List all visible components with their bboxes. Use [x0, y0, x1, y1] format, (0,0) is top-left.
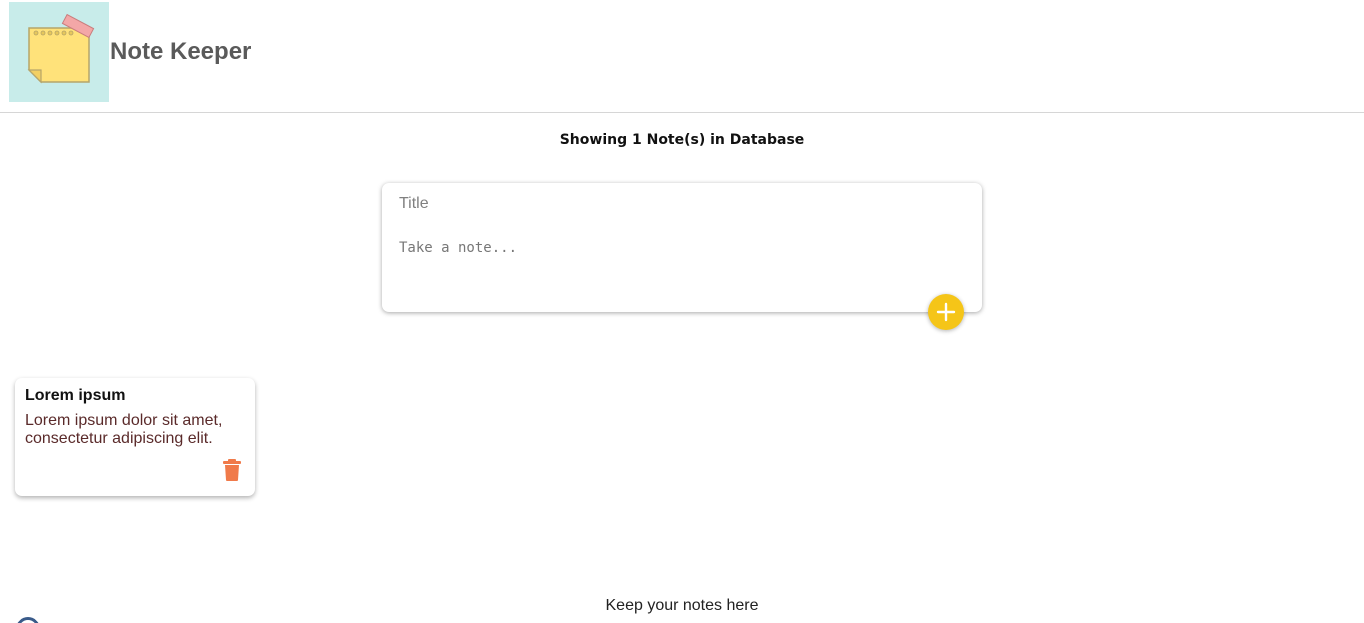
add-note-button[interactable] [928, 294, 964, 330]
create-note-form [382, 183, 982, 330]
delete-note-button[interactable] [221, 458, 243, 482]
trash-icon [223, 459, 241, 481]
app-title: Note Keeper [110, 38, 252, 65]
note-card: Lorem ipsum Lorem ipsum dolor sit amet, … [15, 378, 255, 496]
app-header: Note Keeper [0, 0, 1364, 113]
note-content-textarea[interactable] [399, 240, 959, 290]
note-count-text: Showing 1 Note(s) in Database [559, 132, 805, 148]
plus-icon [936, 302, 956, 322]
note-title: Lorem ipsum [25, 387, 126, 404]
title-input[interactable] [399, 193, 959, 215]
sticky-note-icon [9, 2, 109, 102]
footer-text: Keep your notes here [605, 597, 759, 614]
note-content: Lorem ipsum dolor sit amet, consectetur … [25, 412, 223, 447]
